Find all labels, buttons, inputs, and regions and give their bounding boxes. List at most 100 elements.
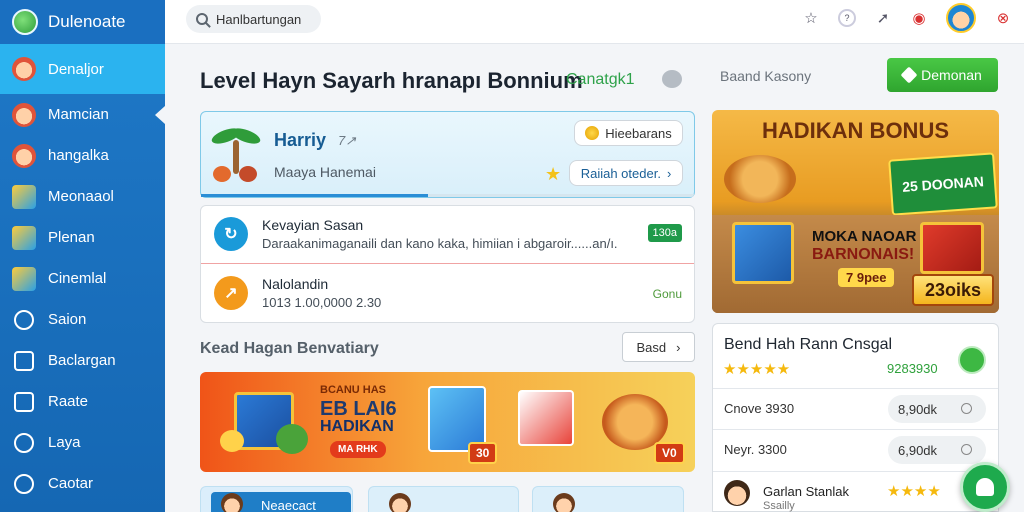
bottom-card[interactable]: Neaecact [200, 486, 353, 512]
status-badge: 130a [647, 224, 682, 242]
avatar [724, 480, 750, 506]
activity-list: ↻ Kevayian Sasan Daraakanimaganaili dan … [200, 205, 695, 323]
section-title: Kead Hagan Benvatiary [200, 340, 379, 357]
avatar [389, 493, 411, 512]
avatar-girl-icon [12, 143, 36, 168]
sidebar-item-label: Raate [48, 393, 89, 410]
sidebar-item-denaljor[interactable]: Denaljor [0, 44, 165, 94]
clear-icon[interactable] [961, 444, 972, 455]
sidebar-item-caotar[interactable]: Caotar [0, 463, 165, 504]
bonus-green-sign: 25 DOONAN [888, 152, 998, 216]
list-item[interactable]: ↗ Nalolandin 1013 1.00,0000 2.30 Gonu [201, 265, 694, 323]
refresh-icon: ↻ [214, 217, 248, 251]
value-pill-label: 6,90dk [898, 442, 938, 458]
home-icon [14, 391, 34, 412]
avatar-face-icon [12, 57, 36, 81]
sidebar-item-label: Plenan [48, 229, 95, 246]
profile-name: Harriy [274, 130, 327, 150]
sidebar-item-saion[interactable]: Saion [0, 299, 165, 340]
chat-bubble-icon[interactable] [958, 346, 986, 374]
activity-desc: 1013 1.00,0000 2.30 [262, 295, 382, 310]
page-title: Level Hayn Sayarh hranapı Bonnium [200, 68, 583, 93]
sidebar-item-label: hangalka [48, 147, 109, 164]
primary-cta-button[interactable]: Demonan [887, 58, 998, 92]
sidebar-item-cinemlal[interactable]: Cinemlal [0, 258, 165, 299]
notification-fab[interactable] [960, 462, 1010, 512]
search-box[interactable] [186, 5, 321, 33]
list-item[interactable]: ↻ Kevayian Sasan Daraakanimaganaili dan … [201, 206, 694, 264]
sidebar-item-label: Saion [48, 311, 87, 328]
sidebar-item-meonaaol[interactable]: Meonaaol [0, 176, 165, 217]
order-pill[interactable]: Raiiah oteder. › [569, 160, 683, 186]
reviewer-name: Garlan Stanlak [763, 484, 849, 499]
coin-stack-illustration [220, 430, 244, 452]
bonus-banner[interactable]: HADIKAN BONUS 25 DOONAN MOKA NAOAR BARNO… [712, 110, 999, 313]
close-icon[interactable]: ⊗ [994, 9, 1012, 27]
profile-progress-bar [201, 194, 694, 197]
activity-title: Kevayian Sasan [262, 217, 364, 233]
tag-icon [900, 66, 918, 84]
palm-tree-illustration [209, 122, 265, 186]
folder-icon [12, 225, 36, 250]
coins-pill[interactable]: Hieebarans [574, 120, 683, 146]
sidebar-item-raate[interactable]: Raate [0, 381, 165, 422]
sidebar-item-hangalka[interactable]: hangalka [0, 135, 165, 176]
sidebar-item-label: Laya [48, 434, 81, 451]
sidebar-item-laya[interactable]: Laya [0, 422, 165, 463]
chevron-right-icon: › [676, 339, 681, 355]
clear-icon[interactable] [961, 403, 972, 414]
chart-icon: ↗ [214, 276, 248, 310]
star-icon[interactable]: ☆ [802, 9, 820, 27]
sidebar: Dulenoate Denaljor Mamcian hangalka Meon… [0, 0, 165, 512]
sidebar-item-plenan[interactable]: Plenan [0, 217, 165, 258]
reviewer-subtitle: Ssailly [763, 500, 795, 512]
avatar [221, 493, 243, 512]
brand[interactable]: Dulenoate [0, 0, 165, 44]
profile-avatar[interactable] [946, 3, 976, 33]
sidebar-nav: Denaljor Mamcian hangalka Meonaaol Plena… [0, 44, 165, 504]
list-item[interactable]: Garlan Stanlak Ssailly ★★★★ [713, 471, 998, 512]
bottom-card[interactable] [368, 486, 519, 512]
right-column-heading: Baand Kasony [720, 68, 812, 84]
app-name: Dulenoate [48, 12, 126, 31]
section-more-button[interactable]: Basd › [622, 332, 695, 362]
promo-price-badge: V0 [654, 442, 685, 464]
book-icon [12, 184, 36, 209]
activity-status: Gonu [652, 287, 682, 301]
record-icon[interactable]: ◉ [910, 9, 928, 27]
sidebar-item-mamcian[interactable]: Mamcian [0, 94, 165, 135]
promo-banner[interactable]: BCANU HAS EB LAI6 HADIKAN MA RHK 30 V0 [200, 372, 695, 472]
activity-desc: Daraakanimaganaili dan kano kaka, himiia… [262, 236, 618, 251]
sidebar-item-label: Baclargan [48, 352, 116, 369]
cta-label: Demonan [921, 67, 982, 83]
list-item[interactable]: Cnove 3930 8,90dk [713, 388, 998, 428]
promo-kicker: BCANU HAS [320, 384, 386, 396]
bottom-card-label: Neaecact [261, 497, 316, 512]
row-label: Neyr. 3300 [724, 442, 787, 457]
sidebar-item-label: Meonaaol [48, 188, 114, 205]
list-item[interactable]: Neyr. 3300 6,90dk [713, 429, 998, 469]
rating-stars: ★★★★ [887, 483, 941, 500]
profile-card[interactable]: Harriy 7↗ Maaya Hanemai Hieebarans ★ Rai… [200, 111, 695, 198]
reviews-card: Bend Hah Rann Cnsgal ★★★★★ 9283930 Cnove… [712, 323, 999, 512]
promo-price-badge: 30 [468, 442, 498, 464]
bell-icon [976, 478, 994, 496]
help-icon[interactable]: ? [838, 9, 856, 27]
promo-tag: MA RHK [330, 441, 386, 458]
coin-icon [585, 126, 600, 140]
profile-level-badge: 7↗ [338, 133, 357, 148]
edit-icon [14, 350, 34, 371]
search-input[interactable] [216, 11, 311, 27]
globe-icon [14, 473, 34, 494]
chat-icon[interactable] [662, 70, 682, 88]
sidebar-item-baclargan[interactable]: Baclargan [0, 340, 165, 381]
value-pill[interactable]: 8,90dk [888, 395, 986, 423]
send-icon[interactable]: ➚ [874, 9, 892, 27]
value-pill[interactable]: 6,90dk [888, 436, 986, 464]
bottom-card[interactable] [532, 486, 684, 512]
section-more-label: Basd [636, 339, 667, 355]
coins-pill-label: Hieebarans [605, 125, 672, 141]
header-link[interactable]: Canatgk1 [566, 71, 635, 89]
gift-box-illustration [732, 222, 794, 284]
reviews-title: Bend Hah Rann Cnsgal [724, 336, 893, 353]
